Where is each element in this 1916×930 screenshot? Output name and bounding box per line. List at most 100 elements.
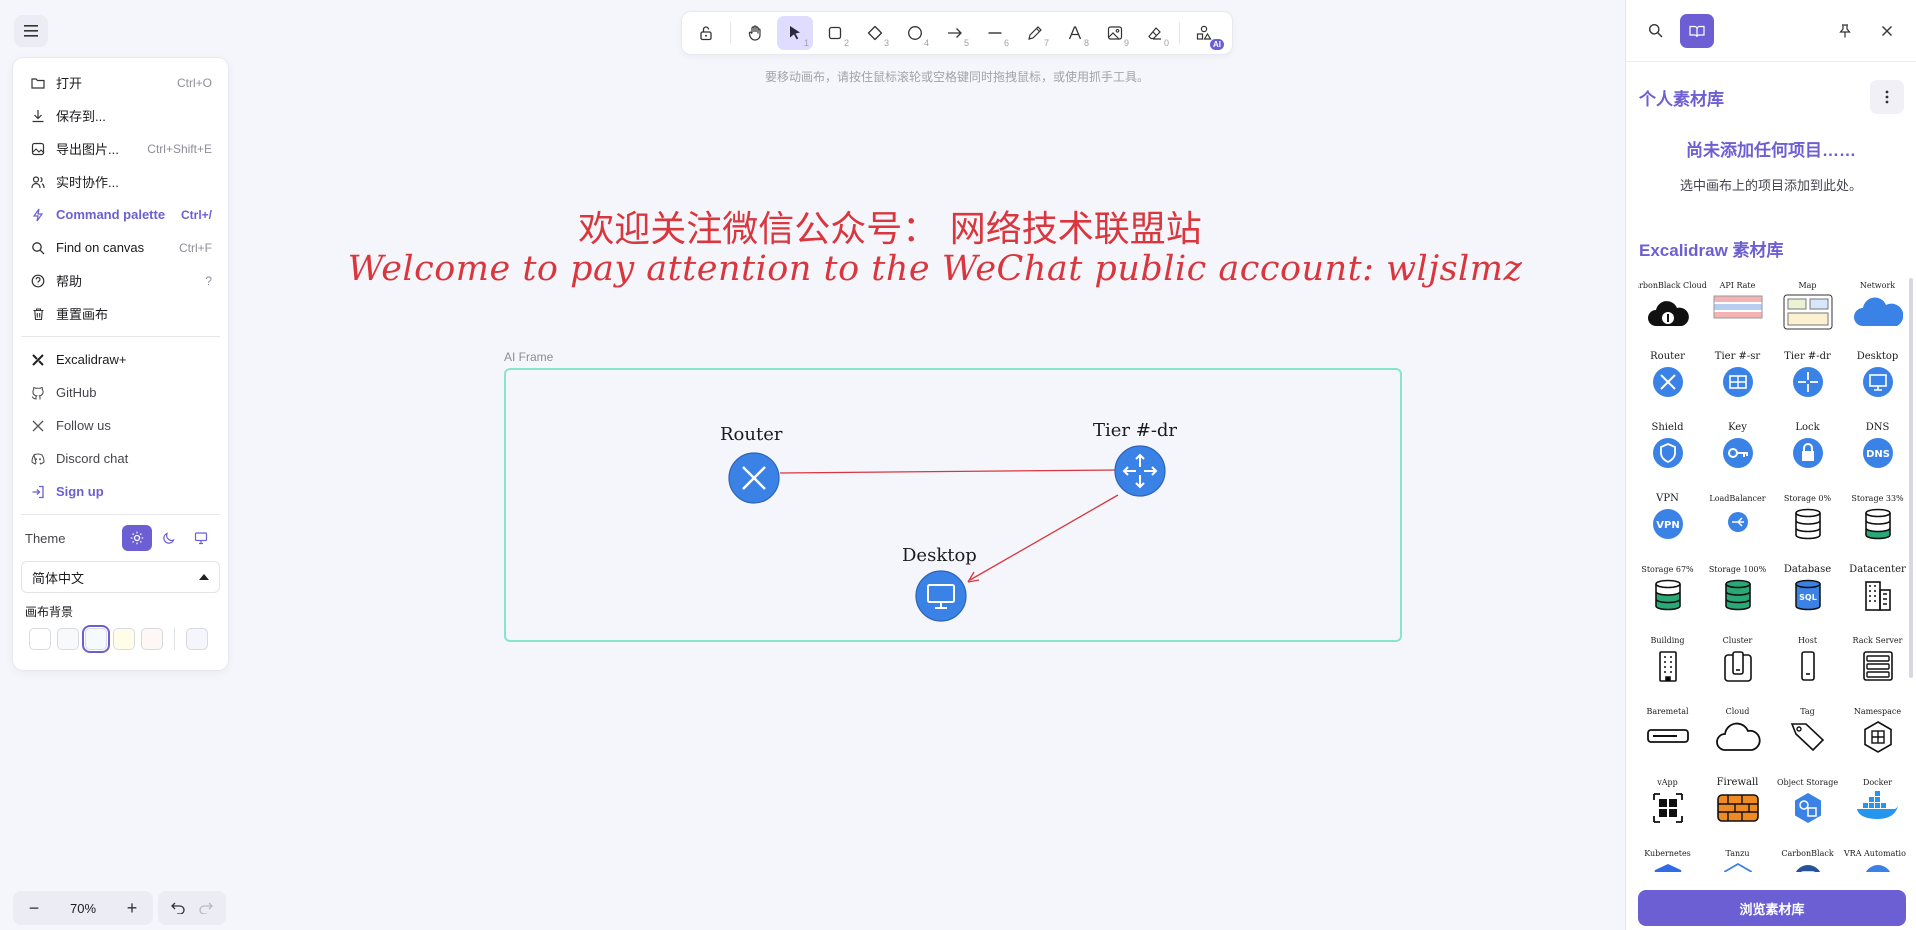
library-item[interactable]: Namespace bbox=[1848, 704, 1906, 775]
library-item-label: Tier #-dr bbox=[1784, 351, 1831, 362]
library-item[interactable]: VPN VPN bbox=[1638, 491, 1697, 562]
tier-desktop-arrow[interactable] bbox=[969, 494, 1119, 581]
library-item[interactable]: CarbonBlack Cloud bbox=[1638, 278, 1707, 349]
library-item[interactable]: Tier #-sr bbox=[1708, 349, 1767, 420]
storage-67-icon bbox=[1654, 579, 1681, 611]
library-item[interactable]: VRA Automation bbox=[1844, 846, 1906, 872]
library-items-grid: CarbonBlack Cloud API Rate Map Network R… bbox=[1638, 278, 1906, 872]
library-item-label: Database bbox=[1783, 564, 1832, 575]
kubernetes-icon bbox=[1654, 864, 1681, 872]
storage-0-icon bbox=[1794, 508, 1821, 540]
router-tier-line[interactable] bbox=[779, 469, 1119, 474]
library-item-label: Storage 33% bbox=[1851, 494, 1904, 503]
library-item[interactable]: Map bbox=[1778, 278, 1837, 349]
book-icon bbox=[1689, 25, 1705, 37]
zoom-in-button[interactable]: + bbox=[119, 895, 145, 921]
router-icon bbox=[1652, 367, 1683, 397]
library-item[interactable]: Key bbox=[1708, 420, 1767, 491]
library-item-label: Storage 0% bbox=[1783, 494, 1832, 503]
library-item[interactable]: API Rate bbox=[1708, 278, 1767, 349]
rack-server-icon bbox=[1862, 651, 1893, 681]
library-item[interactable]: Cluster bbox=[1708, 633, 1767, 704]
router-node-label[interactable]: Router bbox=[720, 424, 782, 445]
vra-automation-icon bbox=[1865, 865, 1890, 872]
library-item[interactable]: Object Storage bbox=[1776, 775, 1839, 846]
library-item[interactable]: Kubernetes bbox=[1638, 846, 1697, 872]
library-item[interactable]: Storage 100% bbox=[1708, 562, 1767, 633]
library-item-label: Firewall bbox=[1716, 777, 1759, 788]
key-icon bbox=[1722, 438, 1753, 468]
library-scrollbar[interactable] bbox=[1909, 278, 1913, 678]
browse-libraries-button[interactable]: 浏览素材库 bbox=[1638, 890, 1906, 926]
library-item-label: vApp bbox=[1657, 778, 1678, 787]
network-cloud-icon bbox=[1853, 297, 1903, 326]
host-icon bbox=[1800, 651, 1815, 681]
library-item-label: LoadBalancer bbox=[1709, 494, 1766, 503]
library-search-button[interactable] bbox=[1638, 14, 1672, 48]
vpn-icon: VPN bbox=[1652, 509, 1683, 539]
library-item-label: Storage 100% bbox=[1708, 565, 1767, 574]
library-item[interactable]: Datacenter bbox=[1848, 562, 1906, 633]
library-item[interactable]: Storage 67% bbox=[1638, 562, 1697, 633]
library-item-label: Namespace bbox=[1853, 707, 1902, 716]
excalidraw-library-title: Excalidraw 素材库 bbox=[1639, 241, 1784, 260]
carbonblack-icon bbox=[1795, 865, 1820, 872]
library-item-label: Object Storage bbox=[1776, 778, 1839, 787]
redo-icon[interactable] bbox=[199, 902, 213, 914]
diagram-connectors bbox=[779, 469, 1119, 583]
lock-icon bbox=[1792, 438, 1823, 468]
library-item[interactable]: Storage 33% bbox=[1848, 491, 1906, 562]
library-item-label: Shield bbox=[1651, 422, 1684, 433]
library-item-label: Router bbox=[1650, 351, 1685, 362]
tanzu-icon bbox=[1723, 862, 1752, 872]
library-item[interactable]: CarbonBlack bbox=[1778, 846, 1837, 872]
library-item[interactable]: Database SQL bbox=[1778, 562, 1837, 633]
pin-panel-button[interactable] bbox=[1828, 14, 1862, 48]
library-item[interactable]: Desktop bbox=[1848, 349, 1906, 420]
library-item[interactable]: vApp bbox=[1638, 775, 1697, 846]
library-item[interactable]: DNS DNS bbox=[1848, 420, 1906, 491]
vapp-icon bbox=[1652, 793, 1683, 823]
library-item-label: CarbonBlack bbox=[1781, 849, 1834, 858]
library-item[interactable]: Tanzu bbox=[1708, 846, 1767, 872]
svg-text:SQL: SQL bbox=[1799, 593, 1817, 602]
desktop-node-label[interactable]: Desktop bbox=[902, 545, 977, 566]
library-item[interactable]: Cloud bbox=[1708, 704, 1767, 775]
library-item-label: Baremetal bbox=[1646, 707, 1689, 716]
library-item[interactable]: Router bbox=[1638, 349, 1697, 420]
library-item[interactable]: Building bbox=[1638, 633, 1697, 704]
library-item[interactable]: Tag bbox=[1778, 704, 1837, 775]
library-item[interactable]: Shield bbox=[1638, 420, 1697, 491]
library-item[interactable]: LoadBalancer bbox=[1708, 491, 1767, 562]
namespace-icon bbox=[1863, 721, 1892, 753]
library-item-label: CarbonBlack Cloud bbox=[1638, 281, 1707, 290]
library-tab-button[interactable] bbox=[1680, 13, 1714, 48]
tier-node-icon[interactable] bbox=[1114, 445, 1166, 497]
library-item[interactable]: Rack Server bbox=[1848, 633, 1906, 704]
undo-icon[interactable] bbox=[171, 902, 185, 914]
close-panel-button[interactable] bbox=[1870, 14, 1904, 48]
library-item[interactable]: Tier #-dr bbox=[1778, 349, 1837, 420]
library-item[interactable]: Baremetal bbox=[1638, 704, 1697, 775]
library-item[interactable]: Storage 0% bbox=[1778, 491, 1837, 562]
cloud-icon bbox=[1715, 722, 1761, 751]
router-node-icon[interactable] bbox=[728, 452, 780, 504]
zoom-out-button[interactable]: − bbox=[21, 895, 47, 921]
library-item-label: Tanzu bbox=[1725, 849, 1750, 858]
library-item[interactable]: Firewall bbox=[1708, 775, 1767, 846]
library-item[interactable]: Network bbox=[1848, 278, 1906, 349]
object-storage-icon bbox=[1794, 793, 1821, 823]
zoom-level[interactable]: 70% bbox=[70, 901, 96, 916]
library-menu-button[interactable] bbox=[1870, 80, 1904, 114]
baremetal-icon bbox=[1646, 729, 1689, 743]
dns-icon: DNS bbox=[1862, 438, 1893, 468]
library-item[interactable]: Host bbox=[1778, 633, 1837, 704]
personal-library-header: 个人素材库 bbox=[1626, 62, 1916, 114]
desktop-node-icon[interactable] bbox=[915, 570, 967, 622]
library-item[interactable]: Lock bbox=[1778, 420, 1837, 491]
library-item-label: Tag bbox=[1800, 707, 1815, 716]
cloud-black-icon bbox=[1647, 301, 1689, 326]
tier-node-label[interactable]: Tier #-dr bbox=[1093, 420, 1177, 441]
library-item-label: Lock bbox=[1795, 422, 1820, 433]
library-item[interactable]: Docker bbox=[1848, 775, 1906, 846]
